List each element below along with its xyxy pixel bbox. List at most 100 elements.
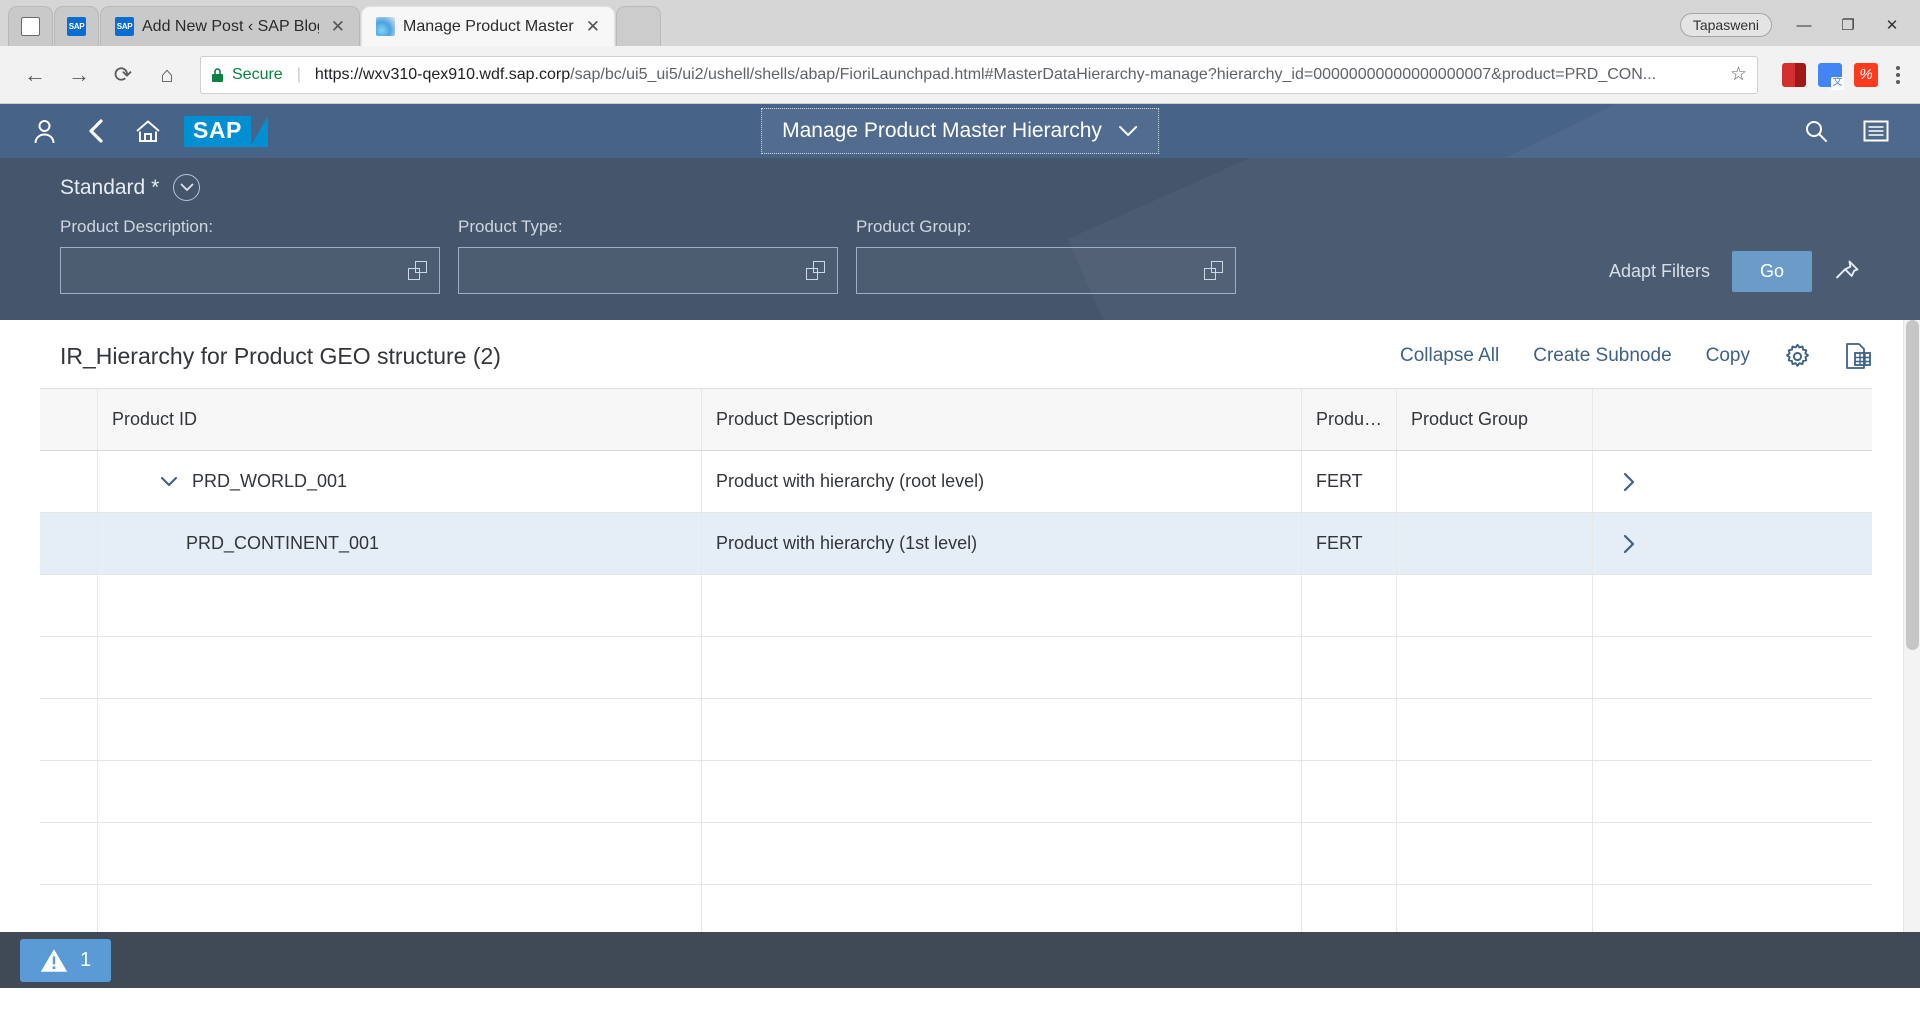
- empty-cell: [40, 637, 98, 698]
- chevron-down-icon: [1118, 125, 1138, 137]
- empty-cell: [702, 637, 1302, 698]
- reload-icon[interactable]: ⟳: [102, 54, 144, 96]
- close-icon[interactable]: ✕: [331, 18, 345, 35]
- copy-button[interactable]: Copy: [1706, 345, 1750, 367]
- shell-title-wrap: Manage Product Master Hierarchy: [761, 108, 1159, 154]
- column-header-product-group[interactable]: Product Group: [1397, 389, 1593, 450]
- table-row-empty: [40, 575, 1872, 637]
- table-row[interactable]: PRD_CONTINENT_001 Product with hierarchy…: [40, 513, 1872, 575]
- product-description-input[interactable]: [60, 247, 440, 294]
- select-all-cell[interactable]: [40, 389, 98, 450]
- browser-tab-2[interactable]: SAP: [54, 6, 99, 46]
- column-header-product-description[interactable]: Product Description: [702, 389, 1302, 450]
- filter-product-type: Product Type:: [458, 217, 838, 294]
- table-row[interactable]: PRD_WORLD_001 Product with hierarchy (ro…: [40, 451, 1872, 513]
- row-navigation-cell[interactable]: [1593, 451, 1872, 512]
- url-host: wxv310-qex910.wdf.sap.corp: [362, 65, 571, 83]
- value-help-icon[interactable]: [1204, 261, 1223, 280]
- maximize-icon[interactable]: ❐: [1826, 12, 1870, 38]
- browser-tab-4-active[interactable]: Manage Product Master ✕: [361, 6, 615, 46]
- browser-tabstrip: SAP SAP Add New Post ‹ SAP Blog ✕ Manage…: [0, 0, 1920, 46]
- empty-cell: [1397, 637, 1593, 698]
- adapt-filters-button[interactable]: Adapt Filters: [1609, 261, 1710, 282]
- page-scrollbar[interactable]: [1903, 320, 1920, 988]
- browser-menu-icon[interactable]: [1890, 65, 1906, 84]
- cell-product-description: Product with hierarchy (root level): [702, 451, 1302, 512]
- menu-icon[interactable]: [1850, 108, 1902, 154]
- filter-actions: Adapt Filters Go: [1609, 251, 1860, 294]
- secure-label: Secure: [232, 65, 283, 83]
- filter-bar: Standard * Product Description: Product …: [0, 158, 1920, 320]
- page-title: Manage Product Master Hierarchy: [782, 119, 1102, 142]
- browser-tab-3[interactable]: SAP Add New Post ‹ SAP Blog ✕: [100, 6, 360, 46]
- create-subnode-button[interactable]: Create Subnode: [1533, 345, 1671, 367]
- column-header-product-id[interactable]: Product ID: [98, 389, 702, 450]
- product-group-input[interactable]: [856, 247, 1236, 294]
- cell-product-id: PRD_CONTINENT_001: [98, 513, 702, 574]
- collapse-all-button[interactable]: Collapse All: [1400, 345, 1499, 367]
- scrollbar-thumb[interactable]: [1906, 320, 1919, 650]
- profile-chip[interactable]: Tapasweni: [1679, 13, 1772, 37]
- product-type-input[interactable]: [458, 247, 838, 294]
- adobe-extension-icon[interactable]: [1782, 62, 1806, 87]
- red-extension-icon[interactable]: %: [1854, 62, 1878, 87]
- google-translate-icon[interactable]: [1818, 62, 1844, 90]
- url-scheme-host: https://: [314, 65, 363, 83]
- minimize-icon[interactable]: —: [1782, 12, 1826, 38]
- cell-product-group: [1397, 451, 1593, 512]
- lock-icon: [211, 67, 224, 83]
- go-button[interactable]: Go: [1731, 251, 1812, 292]
- back-icon[interactable]: [70, 108, 122, 154]
- table-toolbar-actions: Collapse All Create Subnode Copy: [1400, 342, 1872, 370]
- shell-right-actions: [1790, 108, 1902, 154]
- filter-product-group: Product Group:: [856, 217, 1236, 294]
- tree-expand-chevron-icon[interactable]: [160, 476, 178, 487]
- home-icon[interactable]: [122, 108, 174, 154]
- empty-cell: [1302, 575, 1397, 636]
- empty-cell: [40, 575, 98, 636]
- new-tab-button[interactable]: [616, 6, 661, 46]
- gear-icon[interactable]: [1784, 343, 1811, 370]
- row-select-cell[interactable]: [40, 451, 98, 512]
- home-icon[interactable]: ⌂: [146, 54, 188, 96]
- variant-selector[interactable]: Standard *: [60, 174, 1860, 201]
- filter-product-description: Product Description:: [60, 217, 440, 294]
- extensions-area: %: [1770, 62, 1906, 90]
- spreadsheet-export-icon[interactable]: [1845, 342, 1872, 370]
- empty-cell: [1593, 575, 1872, 636]
- empty-cell: [1302, 823, 1397, 884]
- close-icon[interactable]: ✕: [586, 18, 600, 35]
- pin-icon[interactable]: [1834, 259, 1860, 285]
- content-area: IR_Hierarchy for Product GEO structure (…: [0, 320, 1920, 988]
- user-icon[interactable]: [18, 108, 70, 154]
- url-path: /sap/bc/ui5_ui5/ui2/ushell/shells/abap/F…: [570, 65, 1657, 83]
- sap-icon: SAP: [115, 17, 134, 36]
- app-title-selector[interactable]: Manage Product Master Hierarchy: [761, 108, 1159, 154]
- bookmark-star-icon[interactable]: ☆: [1730, 63, 1747, 86]
- back-icon[interactable]: ←: [14, 54, 56, 96]
- value-help-icon[interactable]: [806, 261, 825, 280]
- row-select-cell[interactable]: [40, 513, 98, 574]
- cell-product-type: FERT: [1302, 513, 1397, 574]
- fiori-shell-header: SAP Manage Product Master Hierarchy: [0, 104, 1920, 158]
- sap-logo: SAP: [184, 115, 268, 147]
- search-icon[interactable]: [1790, 108, 1842, 154]
- address-bar[interactable]: Secure | https://wxv310-qex910.wdf.sap.c…: [200, 55, 1758, 94]
- column-header-product-type[interactable]: Produ…: [1302, 389, 1397, 450]
- close-window-icon[interactable]: ✕: [1870, 12, 1914, 38]
- value-help-icon[interactable]: [408, 261, 427, 280]
- table-header-row: Product ID Product Description Produ… Pr…: [40, 389, 1872, 451]
- message-indicator-button[interactable]: 1: [20, 938, 112, 982]
- chevron-right-icon[interactable]: [1623, 472, 1635, 492]
- empty-cell: [702, 761, 1302, 822]
- empty-cell: [1397, 699, 1593, 760]
- row-navigation-cell[interactable]: [1593, 513, 1872, 574]
- browser-tab-1[interactable]: [8, 6, 53, 46]
- chevron-right-icon[interactable]: [1623, 534, 1635, 554]
- empty-cell: [40, 761, 98, 822]
- filter-label: Product Description:: [60, 217, 214, 236]
- forward-icon[interactable]: →: [58, 54, 100, 96]
- table-row-empty: [40, 823, 1872, 885]
- empty-cell: [1593, 637, 1872, 698]
- empty-cell: [1593, 699, 1872, 760]
